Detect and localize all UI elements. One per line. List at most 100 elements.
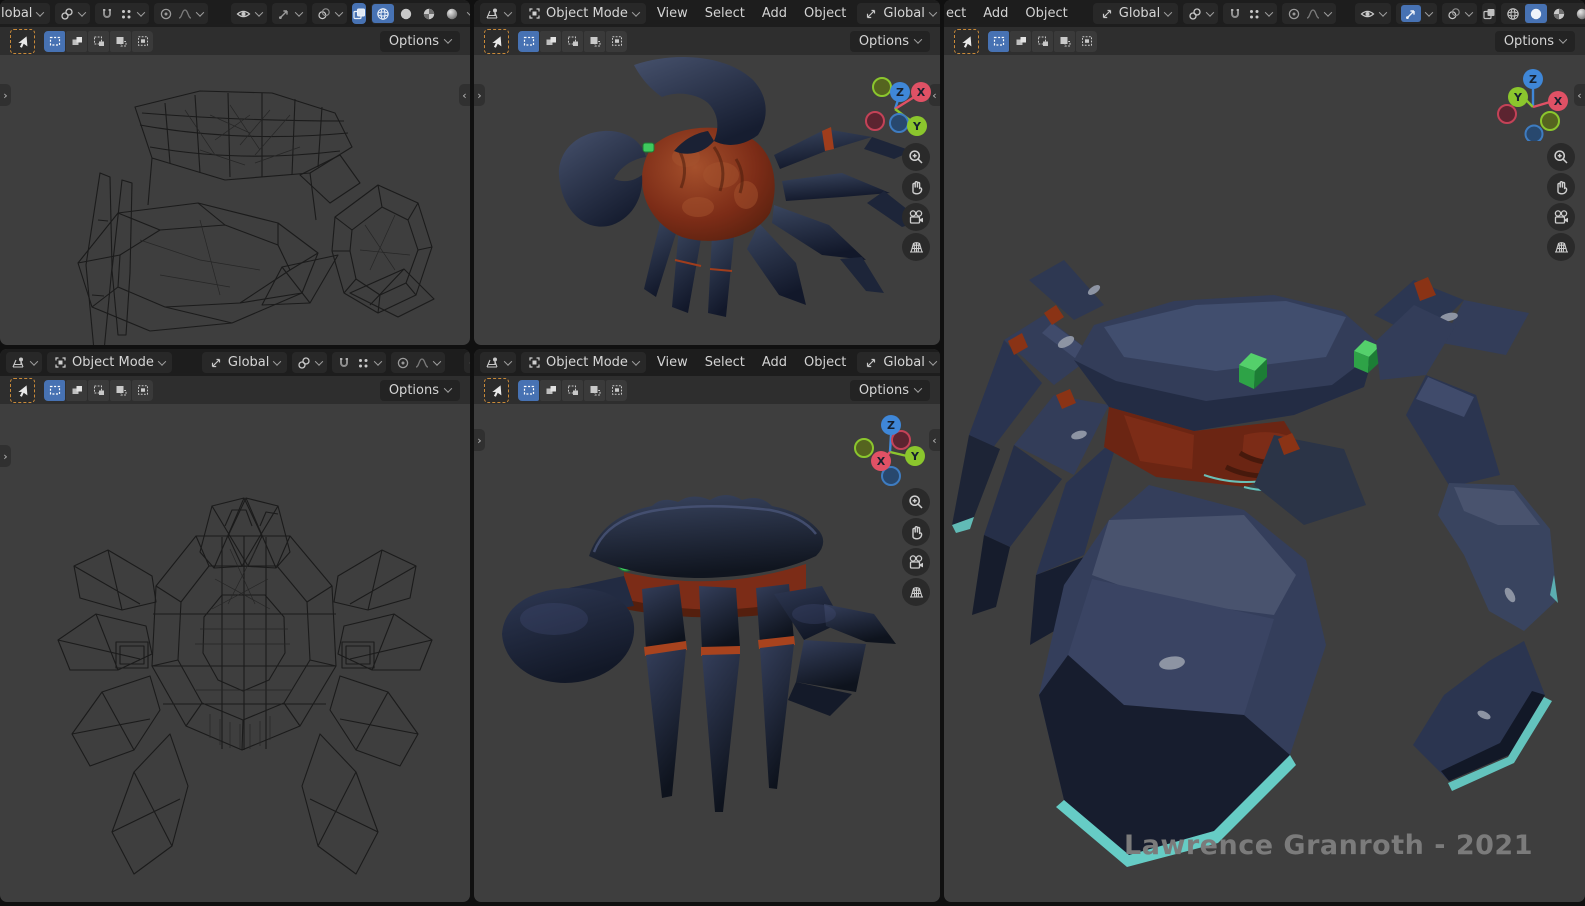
select-mode-extend-button[interactable] — [540, 380, 561, 401]
perspective-toggle-button[interactable] — [1547, 233, 1575, 261]
orientation-dropdown[interactable]: Global — [857, 352, 940, 373]
select-mode-new-button[interactable] — [44, 31, 65, 52]
shading-material-button[interactable] — [1548, 4, 1570, 23]
viewport-canvas[interactable]: › — [0, 404, 470, 902]
shading-solid-button[interactable] — [395, 4, 417, 23]
select-mode-new-button[interactable] — [518, 380, 539, 401]
pivot-point-dropdown[interactable] — [292, 352, 327, 373]
mode-dropdown[interactable]: Object Mode — [521, 352, 646, 373]
select-mode-intersect-button[interactable] — [132, 380, 153, 401]
select-mode-intersect-button[interactable] — [606, 380, 627, 401]
menu-select[interactable]: Select — [699, 355, 751, 370]
menu-view[interactable]: View — [651, 355, 694, 370]
active-tool-button[interactable] — [484, 378, 509, 403]
overlays-dropdown[interactable] — [312, 3, 347, 24]
expand-toolbar-tab[interactable]: › — [474, 84, 485, 106]
visibility-dropdown[interactable] — [231, 3, 267, 24]
axis-gizmo[interactable]: Z Y X — [852, 410, 928, 486]
options-button[interactable]: Options — [380, 380, 460, 401]
collapse-sidebar-tab[interactable]: ‹ — [929, 429, 940, 451]
gizmos-dropdown[interactable] — [272, 3, 307, 24]
editor-type-dropdown[interactable] — [480, 3, 516, 24]
select-mode-new-button[interactable] — [988, 31, 1009, 52]
menu-object[interactable]: Object — [798, 6, 852, 21]
crab-wireframe-side[interactable] — [0, 55, 470, 345]
viewport-render-large[interactable]: ect Add Object Global — [944, 0, 1585, 902]
shading-material-button[interactable] — [418, 4, 440, 23]
viewport-canvas[interactable]: › ‹ — [474, 55, 940, 345]
select-mode-intersect-button[interactable] — [606, 31, 627, 52]
editor-type-dropdown[interactable] — [6, 352, 42, 373]
options-button[interactable]: Options — [850, 380, 930, 401]
viewport-shaded-front[interactable]: Object Mode View Select Add Object Globa… — [474, 349, 940, 902]
gizmo-toggle[interactable] — [1401, 5, 1421, 22]
menu-add[interactable]: Add — [756, 355, 793, 370]
select-mode-extend-button[interactable] — [66, 31, 87, 52]
snap-group[interactable] — [95, 3, 149, 24]
select-mode-subtract-button[interactable] — [562, 380, 583, 401]
shading-rendered-button[interactable] — [441, 4, 463, 23]
perspective-toggle-button[interactable] — [902, 578, 930, 606]
overlays-dropdown[interactable] — [1442, 3, 1477, 24]
viewport-wireframe-side[interactable]: lobal — [0, 0, 470, 345]
select-mode-subtract-button[interactable] — [1032, 31, 1053, 52]
menu-object[interactable]: Object — [1019, 6, 1073, 21]
viewport-canvas[interactable]: ‹ — [944, 55, 1585, 902]
xray-toggle[interactable] — [1482, 3, 1496, 24]
shading-rendered-button[interactable] — [1571, 4, 1585, 23]
select-mode-invert-button[interactable] — [584, 31, 605, 52]
proportional-edit-group[interactable] — [154, 3, 208, 24]
zoom-button[interactable] — [1547, 143, 1575, 171]
snap-group[interactable] — [332, 352, 386, 373]
camera-view-button[interactable] — [902, 203, 930, 231]
menu-add[interactable]: Add — [977, 6, 1014, 21]
shading-solid-button[interactable] — [1525, 4, 1547, 23]
active-tool-button[interactable] — [10, 29, 35, 54]
shading-wireframe-button[interactable] — [1502, 4, 1524, 23]
visibility-dropdown[interactable] — [1355, 3, 1391, 24]
menu-select-clipped[interactable]: ect — [944, 6, 972, 21]
viewport-canvas[interactable]: › ‹ — [474, 404, 940, 902]
options-button[interactable]: Options — [850, 31, 930, 52]
mode-dropdown[interactable]: Object Mode — [521, 3, 646, 24]
pan-button[interactable] — [1547, 173, 1575, 201]
select-mode-invert-button[interactable] — [584, 380, 605, 401]
active-tool-button[interactable] — [484, 29, 509, 54]
expand-toolbar-tab[interactable]: › — [0, 445, 11, 467]
crab-render-flat[interactable] — [944, 55, 1585, 902]
expand-toolbar-tab[interactable]: › — [0, 84, 11, 106]
zoom-button[interactable] — [902, 488, 930, 516]
pan-button[interactable] — [902, 173, 930, 201]
camera-view-button[interactable] — [1547, 203, 1575, 231]
perspective-toggle-button[interactable] — [902, 233, 930, 261]
select-mode-extend-button[interactable] — [1010, 31, 1031, 52]
select-mode-extend-button[interactable] — [540, 31, 561, 52]
mode-dropdown[interactable]: Object Mode — [47, 352, 172, 373]
select-mode-invert-button[interactable] — [110, 31, 131, 52]
xray-toggle[interactable] — [352, 3, 366, 24]
options-button[interactable]: Options — [1495, 31, 1575, 52]
select-mode-intersect-button[interactable] — [132, 31, 153, 52]
select-mode-invert-button[interactable] — [1054, 31, 1075, 52]
select-mode-new-button[interactable] — [44, 380, 65, 401]
pan-button[interactable] — [902, 518, 930, 546]
orientation-dropdown[interactable]: lobal — [0, 3, 50, 24]
active-tool-button[interactable] — [10, 378, 35, 403]
options-button[interactable]: Options — [380, 31, 460, 52]
shading-wireframe-button[interactable] — [372, 4, 394, 23]
snap-group[interactable] — [1223, 3, 1277, 24]
proportional-edit-group[interactable] — [391, 352, 445, 373]
viewport-canvas[interactable]: › ‹ — [0, 55, 470, 345]
editor-type-dropdown[interactable] — [480, 352, 516, 373]
collapse-sidebar-tab[interactable]: ‹ — [459, 84, 470, 106]
menu-select[interactable]: Select — [699, 6, 751, 21]
active-tool-button[interactable] — [954, 29, 979, 54]
expand-toolbar-tab[interactable]: › — [474, 429, 485, 451]
select-mode-invert-button[interactable] — [110, 380, 131, 401]
orientation-dropdown[interactable]: Global — [1093, 3, 1178, 24]
select-mode-subtract-button[interactable] — [88, 31, 109, 52]
viewport-shaded-top[interactable]: Object Mode View Select Add Object Globa… — [474, 0, 940, 345]
visibility-dropdown[interactable] — [464, 352, 470, 373]
menu-add[interactable]: Add — [756, 6, 793, 21]
viewport-wireframe-front[interactable]: Object Mode Global — [0, 349, 470, 902]
